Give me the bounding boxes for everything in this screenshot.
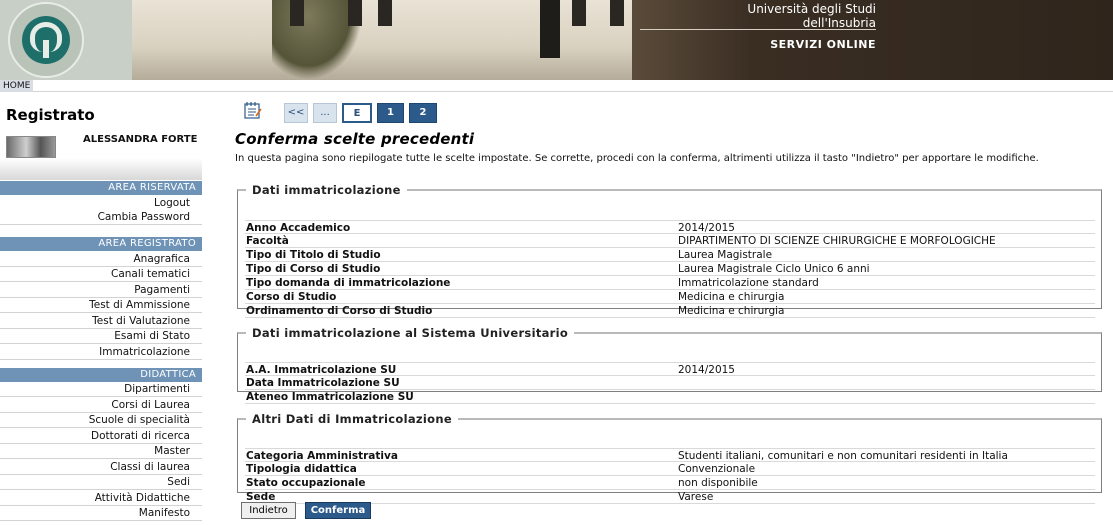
page-intro: In questa pagina sono riepilogate tutte … (235, 153, 1039, 164)
university-name: Università degli Studi dell'Insubria (747, 2, 876, 30)
sidebar-item-logout[interactable]: Logout (0, 196, 202, 211)
table-row: Tipo di Corso di Studio Laurea Magistral… (245, 262, 1095, 276)
pager-current-step[interactable]: E (342, 103, 372, 123)
table-row: Stato occupazionale non disponibile (245, 476, 1095, 490)
section-legend: Dati immatricolazione (252, 183, 401, 197)
sidebar-item-manifesto[interactable]: Manifesto (0, 506, 202, 521)
row-value: Studenti italiani, comunitari e non comu… (678, 450, 1008, 462)
row-value: 2014/2015 (678, 222, 735, 234)
section-legend: Dati immatricolazione al Sistema Univers… (252, 326, 569, 340)
pager-step-1-button[interactable]: 1 (377, 103, 404, 123)
table-row: Ordinamento di Corso di Studio Medicina … (245, 304, 1095, 318)
row-label: Tipologia didattica (246, 463, 357, 475)
table-row: A.A. Immatricolazione SU 2014/2015 (245, 362, 1095, 376)
sidebar-item-scuole-specialita[interactable]: Scuole di specialità (0, 413, 202, 428)
row-label: Data Immatricolazione SU (246, 377, 400, 389)
banner-window (572, 0, 586, 26)
row-value: 2014/2015 (678, 364, 735, 376)
sidebar-item-classi-laurea[interactable]: Classi di laurea (0, 460, 202, 475)
pager-step-2-button[interactable]: 2 (409, 103, 437, 123)
user-name: ALESSANDRA FORTE (83, 134, 198, 145)
row-label: Corso di Studio (246, 291, 337, 303)
row-value: Immatricolazione standard (678, 277, 819, 289)
sidebar-item-test-ammissione[interactable]: Test di Ammissione (0, 298, 202, 313)
confirm-button[interactable]: Conferma (305, 502, 371, 519)
banner-door (540, 0, 560, 58)
sidebar: Registrato ALESSANDRA FORTE AREA RISERVA… (0, 96, 202, 525)
sidebar-item-attivita-didattiche[interactable]: Attività Didattiche (0, 491, 202, 506)
table-row: Tipo di Titolo di Studio Laurea Magistra… (245, 248, 1095, 262)
row-label: Anno Accademico (246, 222, 351, 234)
row-label: Tipo di Titolo di Studio (246, 249, 381, 261)
banner-window (378, 0, 392, 26)
row-value: Convenzionale (678, 463, 756, 475)
table-row: Anno Accademico 2014/2015 (245, 220, 1095, 234)
table-row: Tipo domanda di immatricolazione Immatri… (245, 276, 1095, 290)
header-divider (640, 29, 876, 30)
sidebar-item-anagrafica[interactable]: Anagrafica (0, 252, 202, 267)
banner-window (348, 0, 362, 26)
sidebar-item-immatricolazione[interactable]: Immatricolazione (0, 345, 202, 360)
table-row: Categoria Amministrativa Studenti italia… (245, 448, 1095, 462)
row-value: Laurea Magistrale (678, 249, 773, 261)
back-button[interactable]: Indietro (241, 502, 296, 519)
home-link[interactable]: HOME (0, 80, 34, 92)
row-label: Tipo domanda di immatricolazione (246, 277, 451, 289)
section-dati-sistema-universitario: Dati immatricolazione al Sistema Univers… (237, 326, 1102, 404)
row-label: Tipo di Corso di Studio (246, 263, 381, 275)
row-value: Varese (678, 491, 714, 503)
university-name-line2: dell'Insubria (802, 16, 876, 30)
home-bar (0, 80, 1113, 92)
sidebar-item-esami-stato[interactable]: Esami di Stato (0, 329, 202, 344)
sidebar-title: Registrato (6, 106, 95, 124)
site-header: Università degli Studi dell'Insubria SER… (0, 0, 1113, 80)
sidebar-item-test-valutazione[interactable]: Test di Valutazione (0, 314, 202, 329)
sidebar-item-master[interactable]: Master (0, 444, 202, 459)
pager-ellipsis-button[interactable]: ... (313, 103, 337, 123)
notepad-icon[interactable] (243, 101, 263, 119)
table-row: Ateneo Immatricolazione SU (245, 390, 1095, 404)
table-row: Corso di Studio Medicina e chirurgia (245, 290, 1095, 304)
row-label: Ateneo Immatricolazione SU (246, 391, 414, 403)
row-label: Categoria Amministrativa (246, 450, 398, 462)
row-label: Facoltà (246, 235, 289, 247)
sidebar-separator (0, 158, 202, 180)
row-label: A.A. Immatricolazione SU (246, 364, 397, 376)
table-row: Sede Varese (245, 490, 1095, 504)
university-logo[interactable] (0, 0, 132, 80)
banner-window (610, 0, 624, 26)
sidebar-item-canali-tematici[interactable]: Canali tematici (0, 267, 202, 282)
service-title: SERVIZI ONLINE (770, 38, 876, 51)
sidebar-item-dipartimenti[interactable]: Dipartimenti (0, 382, 202, 397)
logo-stem (43, 40, 49, 58)
pager-first-button[interactable]: << (284, 103, 308, 123)
header-banner-image (132, 0, 632, 80)
row-value: Medicina e chirurgia (678, 291, 785, 303)
row-value: Medicina e chirurgia (678, 305, 785, 317)
university-name-line1: Università degli Studi (747, 2, 876, 16)
row-label: Ordinamento di Corso di Studio (246, 305, 433, 317)
row-value: non disponibile (678, 477, 758, 489)
sidebar-heading-didattica: DIDATTICA (0, 368, 202, 382)
row-label: Stato occupazionale (246, 477, 366, 489)
row-value: Laurea Magistrale Ciclo Unico 6 anni (678, 263, 870, 275)
row-value: DIPARTIMENTO DI SCIENZE CHIRURGICHE E MO… (678, 235, 996, 247)
section-dati-immatricolazione: Dati immatricolazione Anno Accademico 20… (237, 183, 1102, 318)
table-row: Data Immatricolazione SU (245, 376, 1095, 390)
sidebar-item-cambia-password[interactable]: Cambia Password (0, 210, 202, 225)
sidebar-item-dottorati-ricerca[interactable]: Dottorati di ricerca (0, 429, 202, 444)
sidebar-item-corsi-di-laurea[interactable]: Corsi di Laurea (0, 398, 202, 413)
sidebar-item-pagamenti[interactable]: Pagamenti (0, 283, 202, 298)
sidebar-heading-area-riservata: AREA RISERVATA (0, 181, 202, 195)
user-photo (6, 136, 56, 158)
sidebar-heading-area-registrato: AREA REGISTRATO (0, 237, 202, 251)
table-row: Tipologia didattica Convenzionale (245, 462, 1095, 476)
section-legend: Altri Dati di Immatricolazione (252, 412, 452, 426)
page-title: Conferma scelte precedenti (235, 130, 475, 148)
table-row: Facoltà DIPARTIMENTO DI SCIENZE CHIRURGI… (245, 234, 1095, 248)
sidebar-item-sedi[interactable]: Sedi (0, 475, 202, 490)
section-altri-dati: Altri Dati di Immatricolazione Categoria… (237, 412, 1102, 504)
banner-window (290, 0, 304, 26)
